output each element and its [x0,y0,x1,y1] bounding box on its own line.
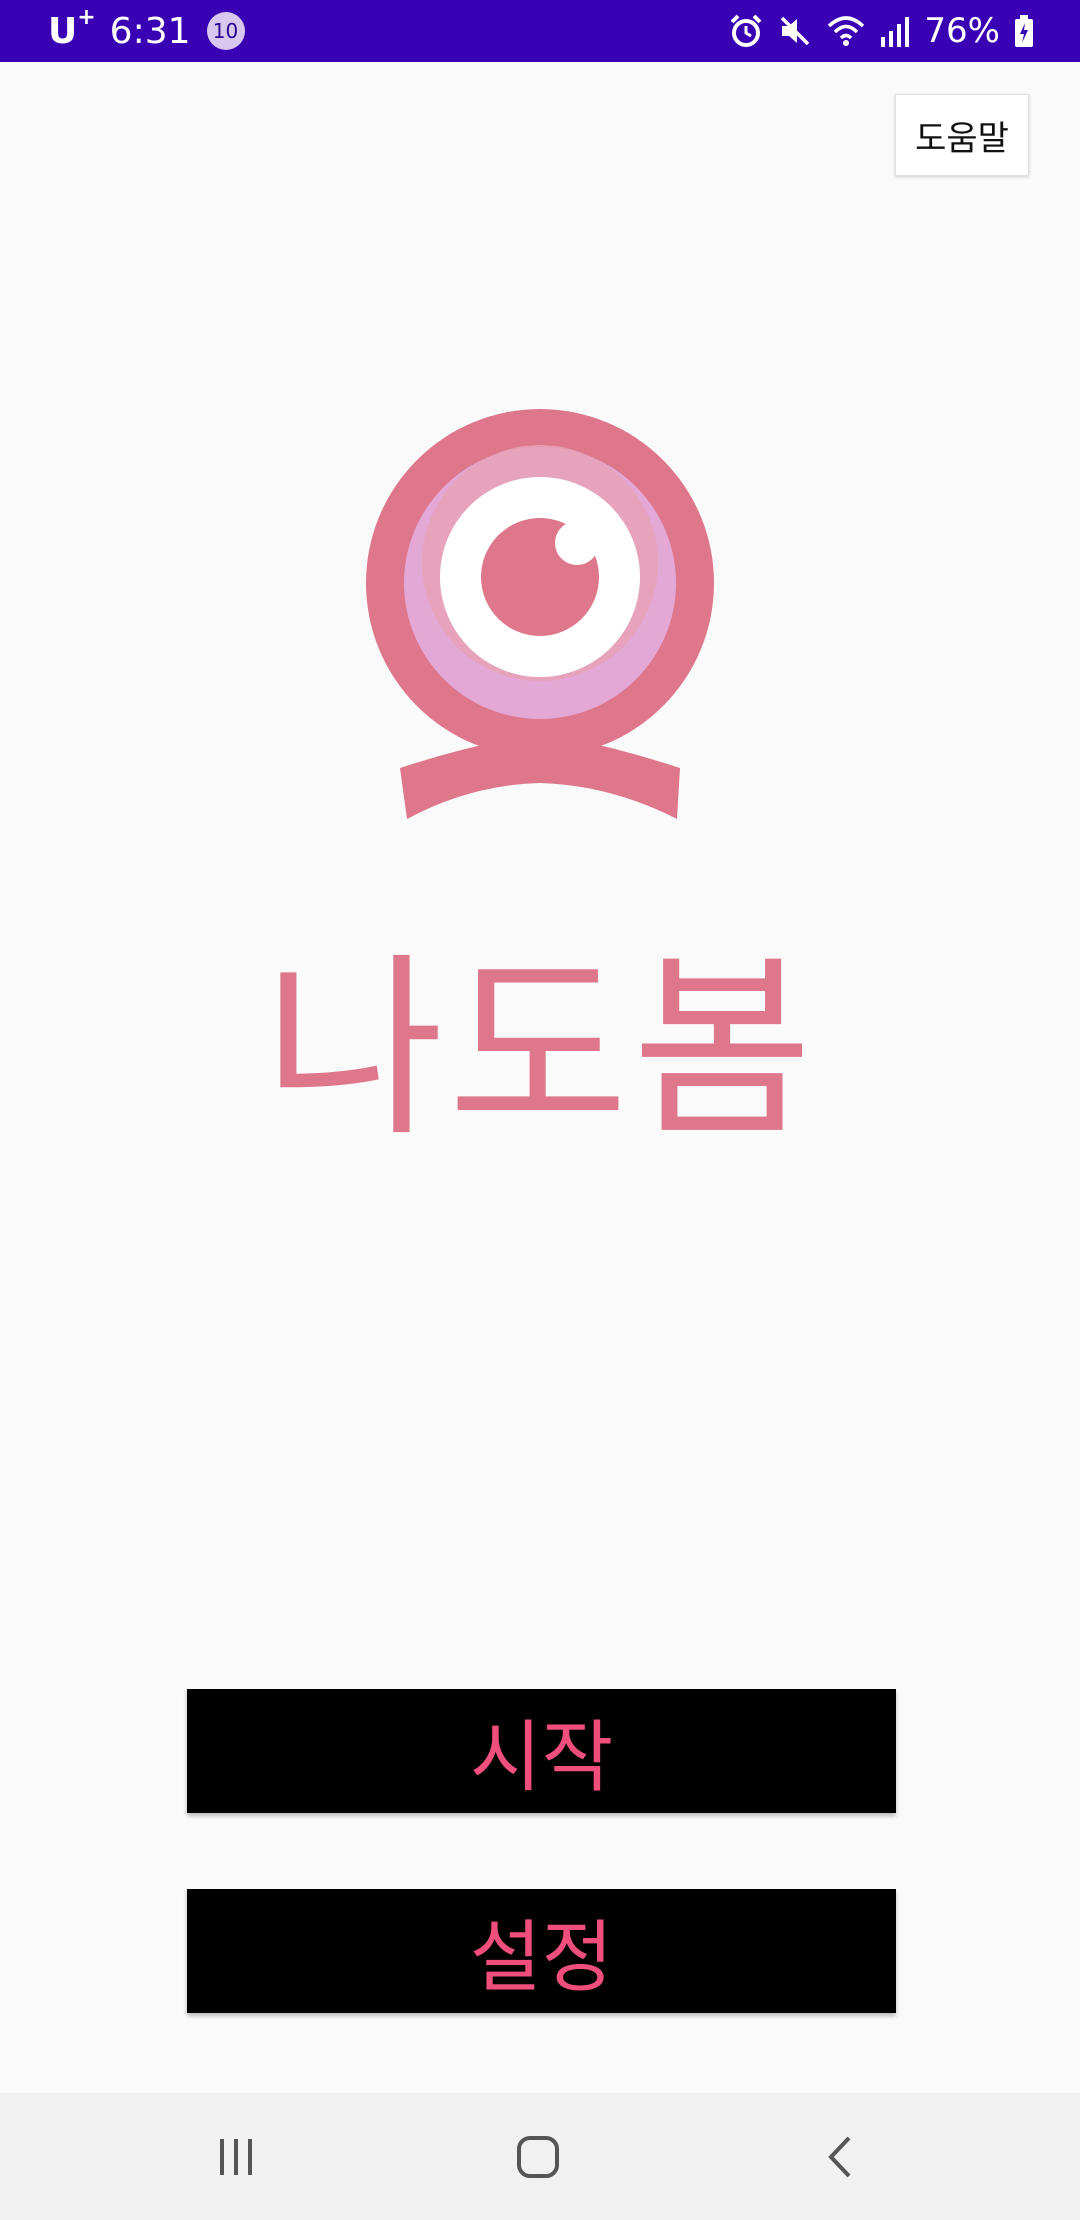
settings-button[interactable]: 설정 [187,1889,896,2013]
home-icon[interactable] [478,2093,598,2220]
main-screen: U+ 6:31 10 76% 도움말 나도봄 시작 설정 [0,0,1080,2220]
battery-level: 76% [924,11,1000,51]
recent-apps-icon[interactable] [176,2093,296,2220]
battery-charging-icon [1014,14,1034,48]
start-button[interactable]: 시작 [187,1689,896,1813]
webcam-eye-logo-icon [360,405,720,825]
status-time: 6:31 [109,10,191,52]
wifi-icon [826,14,866,48]
back-icon[interactable] [780,2093,900,2220]
status-bar: U+ 6:31 10 76% [0,0,1080,62]
notification-count-badge: 10 [206,12,245,50]
alarm-icon [728,13,764,49]
app-title: 나도봄 [263,936,817,1164]
help-button[interactable]: 도움말 [895,94,1029,176]
carrier-label: U+ [48,4,96,52]
status-bar-right: 76% [728,0,1034,62]
mute-icon [778,14,812,48]
navigation-bar [0,2093,1080,2220]
signal-icon [880,15,910,47]
status-bar-left: U+ 6:31 10 [48,0,245,62]
